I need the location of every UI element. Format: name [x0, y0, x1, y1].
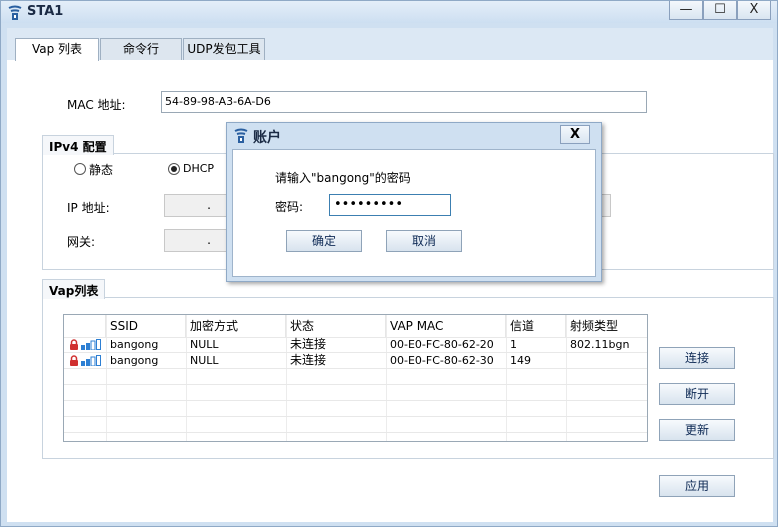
title-bar[interactable]: STA1 — ☐ X	[1, 1, 777, 23]
static-label: 静态	[89, 163, 114, 177]
cell-channel: 149	[510, 354, 531, 367]
dialog-title: 账户	[253, 130, 281, 146]
cell-ssid: bangong	[110, 338, 159, 351]
apply-button[interactable]: 应用	[659, 475, 735, 497]
maximize-button[interactable]: ☐	[703, 1, 737, 20]
close-button[interactable]: X	[737, 1, 771, 20]
row-divider	[64, 416, 647, 417]
dialog-close-button[interactable]: X	[560, 125, 590, 144]
cell-vap-mac: 00-E0-FC-80-62-20	[390, 338, 494, 351]
refresh-button[interactable]: 更新	[659, 419, 735, 441]
col-divider	[566, 315, 567, 441]
ipv4-group-title: IPv4 配置	[42, 135, 114, 155]
mac-label: MAC 地址:	[67, 98, 126, 112]
col-header-icon	[64, 315, 106, 337]
col-header-channel[interactable]: 信道	[506, 315, 566, 337]
row-divider	[64, 432, 647, 433]
col-divider	[186, 315, 187, 441]
col-divider	[506, 315, 507, 441]
cell-ssid: bangong	[110, 354, 159, 367]
col-header-status[interactable]: 状态	[286, 315, 386, 337]
password-prompt: 请输入"bangong"的密码	[275, 171, 411, 185]
cell-channel: 1	[510, 338, 517, 351]
dhcp-label: DHCP	[183, 162, 215, 175]
tab-bar: Vap 列表 命令行 UDP发包工具	[7, 28, 773, 61]
col-divider	[286, 315, 287, 441]
minimize-button[interactable]: —	[669, 1, 703, 20]
disconnect-button[interactable]: 断开	[659, 383, 735, 405]
signal-strength-icon	[81, 339, 101, 350]
row-divider	[64, 368, 647, 369]
app-icon	[8, 5, 22, 20]
connect-button[interactable]: 连接	[659, 347, 735, 369]
ok-button[interactable]: 确定	[286, 230, 362, 252]
vap-group-title: Vap列表	[42, 279, 106, 299]
dialog-body: 请输入"bangong"的密码 密码: ••••••••• 确定 取消	[232, 149, 596, 277]
col-divider	[106, 315, 107, 441]
tab-command-line[interactable]: 命令行	[100, 38, 182, 60]
tab-vap-list[interactable]: Vap 列表	[15, 38, 99, 61]
lock-icon	[70, 339, 78, 350]
col-header-ssid[interactable]: SSID	[106, 315, 186, 337]
tab-udp-tool[interactable]: UDP发包工具	[183, 38, 265, 60]
col-header-vap-mac[interactable]: VAP MAC	[386, 315, 506, 337]
signal-strength-icon	[81, 355, 101, 366]
col-divider	[386, 315, 387, 441]
col-header-radio[interactable]: 射频类型	[566, 315, 647, 337]
row-divider	[64, 384, 647, 385]
cell-encryption: NULL	[190, 354, 219, 367]
static-radio[interactable]	[74, 163, 86, 175]
cancel-button[interactable]: 取消	[386, 230, 462, 252]
cell-radio: 802.11bgn	[570, 338, 630, 351]
window-title: STA1	[27, 4, 64, 19]
cell-vap-mac: 00-E0-FC-80-62-30	[390, 354, 494, 367]
password-field[interactable]: •••••••••	[329, 194, 451, 216]
lock-icon	[70, 355, 78, 366]
table-row[interactable]: bangong NULL 未连接 00-E0-FC-80-62-30 149	[64, 353, 647, 368]
password-label: 密码:	[275, 200, 304, 214]
gateway-label: 网关:	[67, 235, 96, 249]
vap-table: SSID 加密方式 状态 VAP MAC 信道 射频类型 bangong NUL…	[63, 314, 648, 442]
mac-field[interactable]: 54-89-98-A3-6A-D6	[161, 91, 647, 113]
cell-status: 未连接	[290, 337, 327, 351]
account-dialog: 账户 X 请输入"bangong"的密码 密码: ••••••••• 确定 取消	[226, 122, 602, 282]
table-row[interactable]: bangong NULL 未连接 00-E0-FC-80-62-20 1 802…	[64, 337, 647, 352]
cell-status: 未连接	[290, 353, 327, 367]
cell-encryption: NULL	[190, 338, 219, 351]
row-divider	[64, 400, 647, 401]
app-icon	[234, 128, 248, 143]
dhcp-radio[interactable]	[168, 163, 180, 175]
col-header-encryption[interactable]: 加密方式	[186, 315, 286, 337]
ip-label: IP 地址:	[67, 201, 110, 215]
